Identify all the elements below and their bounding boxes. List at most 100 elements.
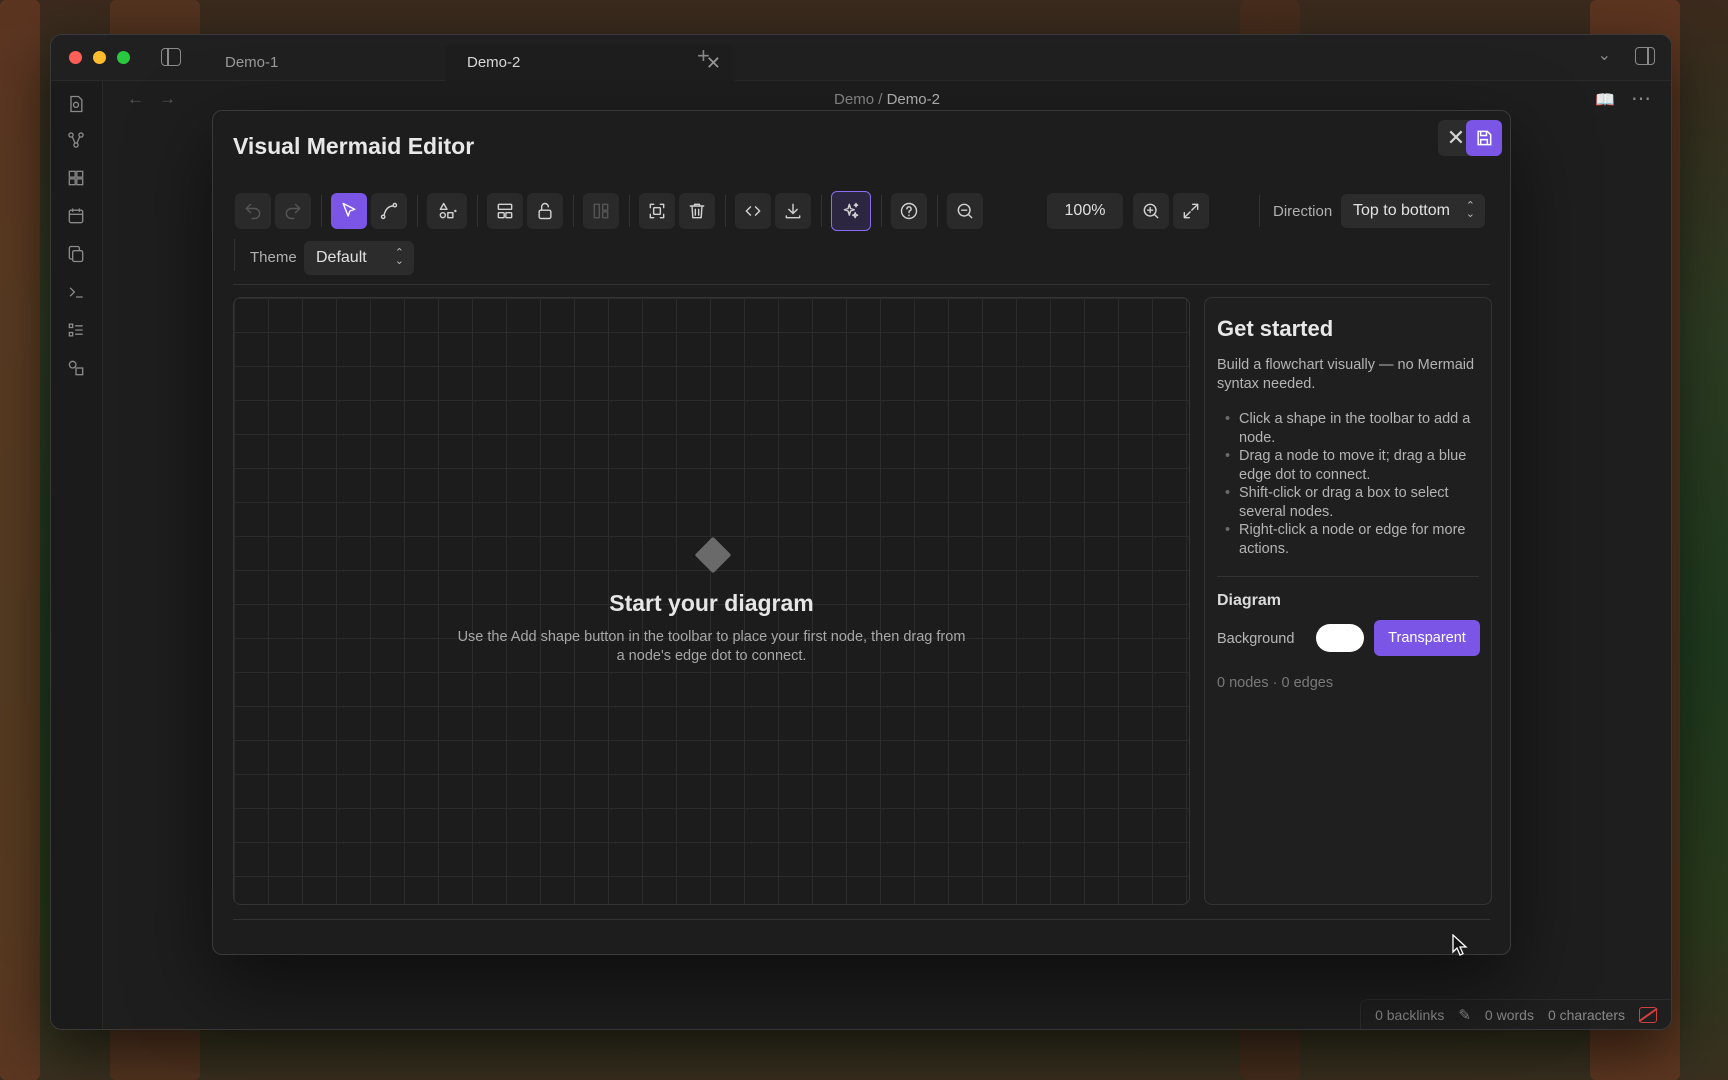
- zoom-window-button[interactable]: [117, 51, 130, 64]
- breadcrumb-current[interactable]: Demo-2: [887, 91, 940, 108]
- help-button[interactable]: [891, 193, 927, 229]
- help-icon: [900, 202, 918, 220]
- character-count: 0 characters: [1547, 1006, 1625, 1023]
- trash-icon: [689, 203, 705, 219]
- toolbar-divider: [573, 195, 574, 227]
- add-shape-button[interactable]: [427, 193, 467, 229]
- tips-list: Click a shape in the toolbar to add a no…: [1217, 410, 1485, 558]
- breadcrumb: Demo / Demo-2: [103, 91, 1671, 108]
- list-item: Right-click a node or edge for more acti…: [1217, 521, 1485, 558]
- status-bar: 0 backlinks ✎ 0 words 0 characters: [1360, 999, 1671, 1029]
- breadcrumb-folder[interactable]: Demo: [834, 91, 874, 108]
- edit-pencil-icon[interactable]: ✎: [1458, 1006, 1471, 1024]
- background-color-swatch[interactable]: [1316, 624, 1364, 652]
- zoom-out-button[interactable]: [947, 193, 983, 229]
- layout-icon: [497, 203, 513, 219]
- toolbar-divider: [417, 195, 418, 227]
- zoom-out-icon: [957, 203, 973, 219]
- close-icon: ✕: [1446, 125, 1466, 150]
- fullscreen-button[interactable]: [1173, 193, 1209, 229]
- get-started-panel: Get started Build a flowchart visually —…: [1204, 297, 1492, 905]
- diagram-canvas[interactable]: Start your diagram Use the Add shape but…: [233, 297, 1190, 905]
- transparent-background-button[interactable]: Transparent: [1374, 620, 1480, 656]
- file-search-icon[interactable]: [65, 93, 87, 115]
- terminal-icon[interactable]: [65, 281, 87, 303]
- modal-footer-divider: [233, 919, 1490, 920]
- fit-view-button[interactable]: [639, 193, 675, 229]
- tab-label: Demo-1: [225, 53, 279, 71]
- more-options-icon[interactable]: ⋯: [1631, 86, 1651, 111]
- select-tool-button[interactable]: [331, 193, 367, 229]
- reading-view-icon[interactable]: 📖: [1595, 90, 1615, 110]
- tab-label: Demo-2: [467, 53, 521, 71]
- direction-select[interactable]: Top to bottom ⌃ ⌄: [1341, 194, 1485, 228]
- calendar-icon[interactable]: [65, 205, 87, 227]
- toolbar-divider: [321, 195, 322, 227]
- left-ribbon: [51, 81, 103, 1029]
- undo-button[interactable]: [235, 193, 271, 229]
- copy-icon[interactable]: [65, 243, 87, 265]
- word-count: 0 words: [1484, 1006, 1534, 1023]
- direction-value: Top to bottom: [1353, 202, 1450, 219]
- visual-mermaid-editor-modal: Visual Mermaid Editor ✕ 100% Direction T…: [212, 110, 1511, 955]
- fit-view-icon: [649, 203, 665, 219]
- download-icon: [785, 203, 801, 219]
- save-button[interactable]: [1466, 120, 1502, 156]
- ai-generate-button[interactable]: [831, 191, 871, 231]
- arrange-button[interactable]: [583, 193, 619, 229]
- code-icon: [745, 206, 761, 216]
- backlinks-count[interactable]: 0 backlinks: [1375, 1007, 1444, 1023]
- toolbar-bottom-divider: [233, 284, 1490, 285]
- add-shape-icon: [439, 202, 457, 219]
- select-pointer-icon: [342, 202, 356, 217]
- shapes-icon[interactable]: [65, 357, 87, 379]
- lock-toggle-button[interactable]: [527, 193, 563, 229]
- theme-select[interactable]: Default ⌃ ⌄: [304, 241, 414, 275]
- connect-edge-icon: [380, 202, 398, 220]
- unlock-icon: [538, 202, 552, 220]
- direction-label: Direction: [1273, 203, 1333, 220]
- export-button[interactable]: [775, 193, 811, 229]
- save-icon: [1477, 130, 1492, 146]
- connect-tool-button[interactable]: [371, 193, 407, 229]
- list-icon[interactable]: [65, 319, 87, 341]
- breadcrumb-separator: /: [878, 91, 883, 108]
- theme-label: Theme: [250, 249, 297, 266]
- right-sidebar-toggle-icon[interactable]: [1635, 47, 1655, 65]
- ai-sparkle-icon: [843, 202, 859, 219]
- toolbar-divider: [234, 239, 235, 271]
- expand-icon: [1183, 203, 1199, 219]
- new-tab-icon[interactable]: +: [697, 43, 710, 69]
- sidebar-toggle-icon[interactable]: [161, 48, 181, 66]
- delete-button[interactable]: [679, 193, 715, 229]
- minimize-window-button[interactable]: [93, 51, 106, 64]
- toolbar-divider: [1259, 195, 1260, 227]
- toolbar-divider: [937, 195, 938, 227]
- sync-off-icon[interactable]: [1639, 1006, 1657, 1023]
- tab-demo-2[interactable]: Demo-2 ✕: [445, 43, 735, 81]
- list-item: Shift-click or drag a box to select seve…: [1217, 484, 1485, 521]
- zoom-level[interactable]: 100%: [1047, 193, 1123, 229]
- view-code-button[interactable]: [735, 193, 771, 229]
- toolbar-divider: [881, 195, 882, 227]
- grid-layout-icon: [593, 203, 609, 219]
- diamond-shape-icon: [694, 536, 732, 574]
- redo-button[interactable]: [275, 193, 311, 229]
- chevron-up-down-icon: ⌃ ⌄: [394, 247, 404, 267]
- background-label: Background: [1217, 631, 1295, 647]
- zoom-in-button[interactable]: [1133, 193, 1169, 229]
- node-edge-count: 0 nodes · 0 edges: [1217, 675, 1334, 691]
- mouse-cursor-icon: [1452, 934, 1468, 956]
- graph-view-icon[interactable]: [65, 129, 87, 151]
- toolbar-divider: [477, 195, 478, 227]
- toolbar-divider: [629, 195, 630, 227]
- panel-intro: Build a flowchart visually — no Mermaid …: [1217, 357, 1475, 392]
- close-window-button[interactable]: [69, 51, 82, 64]
- canvas-icon[interactable]: [65, 167, 87, 189]
- panel-divider: [1217, 576, 1479, 577]
- tab-list-chevron-icon[interactable]: ⌄: [1598, 45, 1611, 65]
- diagram-section-heading: Diagram: [1217, 592, 1282, 609]
- list-item: Drag a node to move it; drag a blue edge…: [1217, 447, 1485, 484]
- wallpaper-tree-trunk: [0, 0, 40, 1080]
- auto-layout-button[interactable]: [487, 193, 523, 229]
